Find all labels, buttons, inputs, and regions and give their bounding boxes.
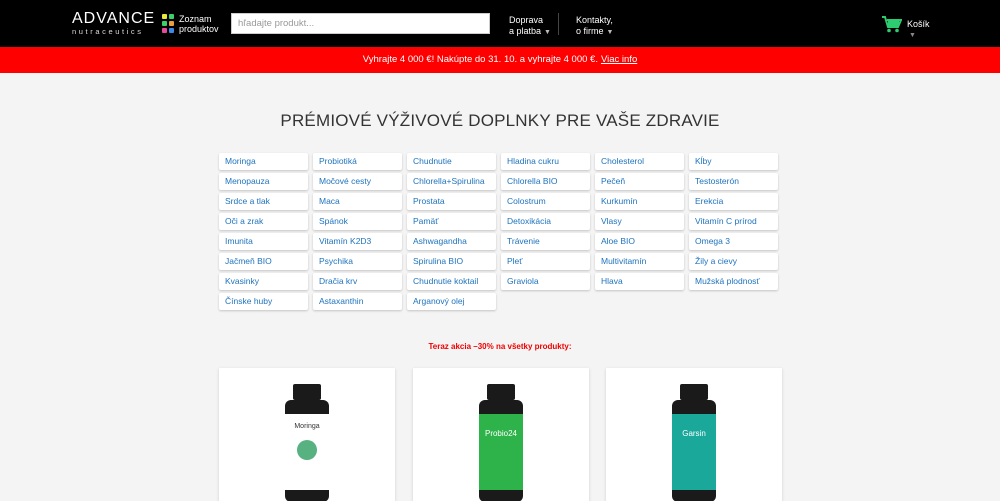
category-link[interactable]: Vitamín K2D3 — [313, 233, 402, 250]
shopping-cart-icon — [882, 16, 902, 33]
nav-contacts-line2: o firme — [576, 26, 604, 36]
nav-shipping-line2: a platba — [509, 26, 542, 36]
category-link[interactable]: Graviola — [501, 273, 590, 290]
cart-label: Košík — [907, 19, 930, 29]
nav-contacts[interactable]: Kontakty, o firme ▼ — [576, 15, 613, 38]
category-link[interactable]: Pečeň — [595, 173, 684, 190]
category-link[interactable]: Erekcia — [689, 193, 778, 210]
category-link[interactable]: Detoxikácia — [501, 213, 590, 230]
promo-more-info-link[interactable]: Viac info — [601, 54, 637, 65]
nav-divider — [558, 13, 559, 35]
category-link[interactable]: Psychika — [313, 253, 402, 270]
category-link[interactable]: Pamäť — [407, 213, 496, 230]
catalog-label: Zoznam produktov — [179, 14, 219, 34]
search-input[interactable] — [231, 13, 490, 34]
category-link[interactable]: Omega 3 — [689, 233, 778, 250]
category-link[interactable]: Kvasinky — [219, 273, 308, 290]
promo-text: Vyhrajte 4 000 €! Nakúpte do 31. 10. a v… — [362, 54, 598, 65]
product-card-moringa[interactable]: Moringa — [219, 368, 395, 501]
category-link[interactable]: Spirulina BIO — [407, 253, 496, 270]
logo-main-text: ADVANCE — [72, 10, 156, 27]
category-link[interactable]: Mužská plodnosť — [689, 273, 778, 290]
category-link[interactable]: Pleť — [501, 253, 590, 270]
category-link[interactable]: Prostata — [407, 193, 496, 210]
category-link[interactable]: Dračia krv — [313, 273, 402, 290]
bottle-label — [672, 414, 716, 490]
category-link[interactable]: Arganový olej — [407, 293, 496, 310]
product-bottle-image: Probio24 — [479, 384, 523, 501]
category-link[interactable]: Aloe BIO — [595, 233, 684, 250]
category-link[interactable]: Vitamín C prírod — [689, 213, 778, 230]
category-link[interactable]: Testosterón — [689, 173, 778, 190]
nav-shipping-payment[interactable]: Doprava a platba ▼ — [509, 15, 551, 38]
category-link[interactable]: Hlava — [595, 273, 684, 290]
category-link[interactable]: Srdce a tlak — [219, 193, 308, 210]
category-link[interactable]: Chudnutie — [407, 153, 496, 170]
product-name: Garsin — [682, 429, 706, 438]
category-link[interactable]: Cholesterol — [595, 153, 684, 170]
chevron-down-icon: ▼ — [544, 29, 551, 36]
chevron-down-icon: ▼ — [909, 32, 916, 39]
category-link[interactable]: Oči a zrak — [219, 213, 308, 230]
category-link[interactable]: Spánok — [313, 213, 402, 230]
promo-banner: Vyhrajte 4 000 €! Nakúpte do 31. 10. a v… — [0, 47, 1000, 73]
category-link[interactable]: Jačmeň BIO — [219, 253, 308, 270]
product-card-probio24[interactable]: Probio24 — [413, 368, 589, 501]
header-bar: ADVANCE nutraceutics Zoznam produktov Do… — [0, 0, 1000, 47]
category-link[interactable]: Colostrum — [501, 193, 590, 210]
category-link[interactable]: Žily a cievy — [689, 253, 778, 270]
product-name: Probio24 — [485, 429, 518, 438]
category-link[interactable]: Menopauza — [219, 173, 308, 190]
category-link[interactable]: Astaxanthin — [313, 293, 402, 310]
product-catalog-link[interactable]: Zoznam produktov — [162, 14, 223, 34]
category-link[interactable]: Chudnutie koktail — [407, 273, 496, 290]
product-bottle-image: Garsin — [672, 384, 716, 501]
category-link[interactable]: Močové cesty — [313, 173, 402, 190]
category-link[interactable]: Moringa — [219, 153, 308, 170]
category-link[interactable]: Chlorella+Spirulina — [407, 173, 496, 190]
category-link[interactable]: Maca — [313, 193, 402, 210]
category-link[interactable]: Trávenie — [501, 233, 590, 250]
category-link[interactable]: Ashwagandha — [407, 233, 496, 250]
product-card-garsin[interactable]: Garsin — [606, 368, 782, 501]
nav-shipping-line1: Doprava — [509, 15, 544, 25]
category-link[interactable]: Multivitamín — [595, 253, 684, 270]
page-title: PRÉMIOVÉ VÝŽIVOVÉ DOPLNKY PRE VAŠE ZDRAV… — [280, 111, 720, 130]
logo-sub-text: nutraceutics — [72, 27, 144, 36]
chevron-down-icon: ▼ — [606, 29, 614, 36]
bottle-label — [479, 414, 523, 490]
logo[interactable]: ADVANCE nutraceutics — [72, 10, 156, 37]
category-link[interactable]: Kurkumín — [595, 193, 684, 210]
category-link[interactable]: Vlasy — [595, 213, 684, 230]
category-link[interactable]: Chlorella BIO — [501, 173, 590, 190]
category-link[interactable]: Kĺby — [689, 153, 778, 170]
category-link[interactable]: Hladina cukru — [501, 153, 590, 170]
cart-button[interactable]: Košík ▼ — [882, 14, 930, 39]
product-bottle-image: Moringa — [285, 384, 329, 501]
product-name: Moringa — [294, 423, 319, 430]
category-grid: Moringa Probiotiká Chudnutie Hladina cukru C… — [219, 153, 778, 310]
category-link[interactable]: Probiotiká — [313, 153, 402, 170]
sale-announcement: Teraz akcia –30% na všetky produkty: — [428, 342, 572, 351]
nav-contacts-line1: Kontakty, — [576, 15, 613, 25]
grid-colored-icon — [162, 14, 174, 34]
category-link[interactable]: Čínske huby — [219, 293, 308, 310]
category-link[interactable]: Imunita — [219, 233, 308, 250]
